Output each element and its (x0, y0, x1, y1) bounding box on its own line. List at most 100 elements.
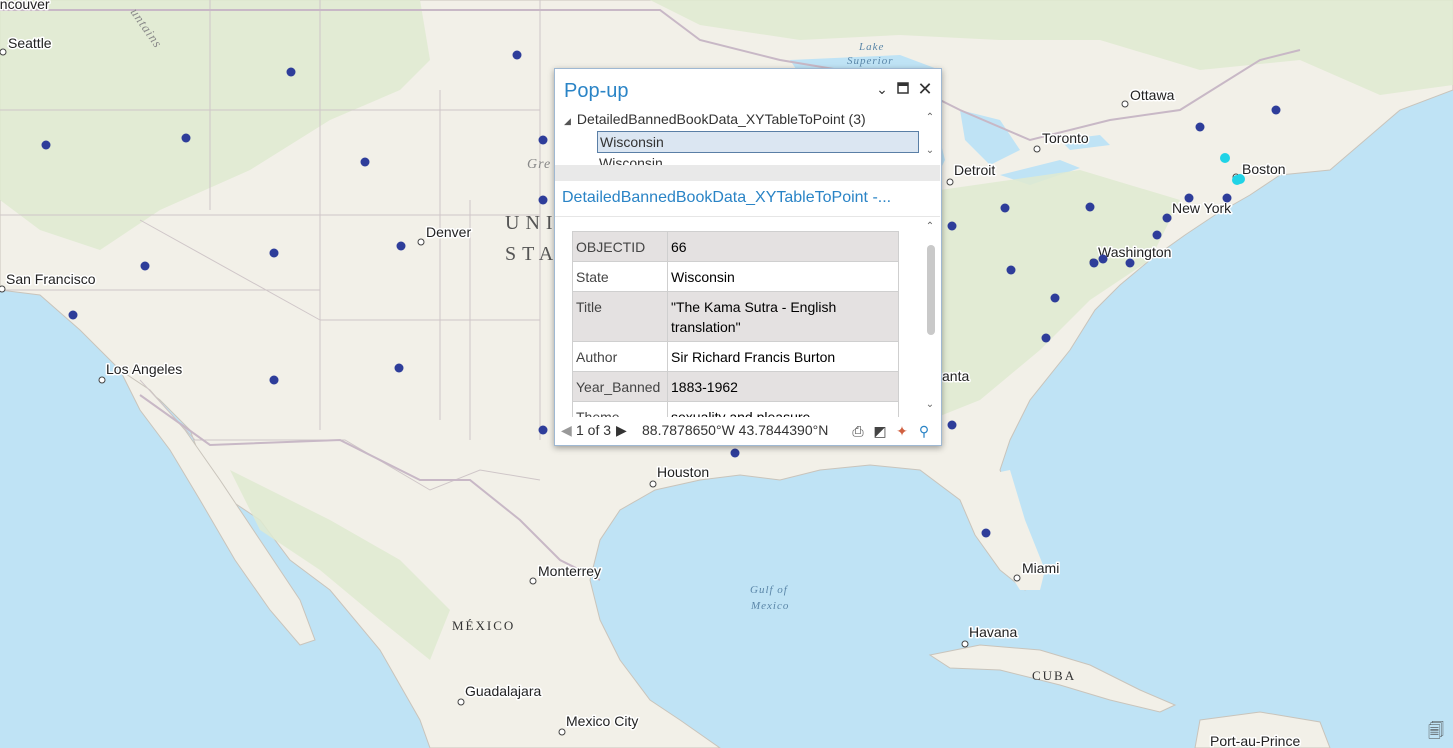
zoom-to-icon[interactable]: ⚲ (915, 422, 933, 440)
label-states: STA (505, 243, 559, 265)
attr-value: "The Kama Sutra - English translation" (667, 291, 899, 342)
banned-book-point[interactable] (269, 375, 279, 385)
city-marker (0, 285, 6, 293)
scroll-up-icon[interactable]: ⌃ (924, 221, 936, 232)
close-icon[interactable]: ✕ (917, 80, 933, 98)
city-label: Seattle (8, 35, 52, 51)
attribute-pane[interactable]: OBJECTID 66 State Wisconsin Title "The K… (555, 216, 940, 417)
attr-key: Title (572, 291, 668, 342)
tree-feature-item[interactable]: Wisconsin (597, 131, 919, 153)
banned-book-point[interactable] (1125, 258, 1135, 268)
banned-book-point[interactable] (512, 50, 522, 60)
banned-book-point[interactable] (1085, 202, 1095, 212)
chevron-down-icon[interactable]: ⌄ (874, 81, 890, 97)
city-marker (1013, 574, 1021, 582)
popup-footer: ◀ 1 of 3 ▶ 88.7878650°W 43.7844390°N ⎙ ◩… (555, 418, 940, 444)
city-marker (558, 728, 566, 736)
banned-book-point[interactable] (181, 133, 191, 143)
city-label: Los Angeles (106, 361, 182, 377)
city-label: Houston (657, 464, 709, 480)
selected-point[interactable] (1235, 174, 1245, 184)
label-united: UNI (505, 212, 559, 234)
selected-point[interactable] (1220, 153, 1230, 163)
label-mexico: MÉXICO (452, 618, 515, 633)
feature-tree[interactable]: ◢ DetailedBannedBookData_XYTableToPoint (… (555, 109, 940, 165)
attr-value: sexuality and pleasure (667, 401, 899, 417)
banned-book-point[interactable] (1000, 203, 1010, 213)
banned-book-point[interactable] (140, 261, 150, 271)
scroll-up-icon[interactable]: ⌃ (924, 112, 936, 123)
label-gulf-1: Gulf of (750, 584, 789, 596)
city-label: Ottawa (1130, 87, 1175, 103)
table-row: Author Sir Richard Francis Burton (572, 341, 899, 372)
prev-feature-icon[interactable]: ◀ (561, 422, 572, 439)
popup-titlebar[interactable]: Pop-up ⌄ ✕ (555, 69, 941, 109)
tree-feature-item[interactable]: Wisconsin (597, 153, 917, 165)
next-feature-icon[interactable]: ▶ (616, 422, 627, 439)
city-label: Port-au-Prince (1210, 733, 1300, 748)
collapse-triangle-icon[interactable]: ◢ (564, 116, 571, 126)
flash-feature-icon[interactable]: ✦ (893, 422, 911, 440)
banned-book-point[interactable] (1271, 105, 1281, 115)
banned-book-point[interactable] (1152, 230, 1162, 240)
banned-book-point[interactable] (286, 67, 296, 77)
banned-book-point[interactable] (1006, 265, 1016, 275)
attribute-scrollbar[interactable] (926, 235, 936, 405)
city-marker (961, 640, 969, 648)
city-marker (417, 238, 425, 246)
map-tips-icon[interactable]: 🗐 (1423, 720, 1449, 742)
banned-book-point[interactable] (981, 528, 991, 538)
banned-book-point[interactable] (538, 135, 548, 145)
city-label: Toronto (1042, 130, 1089, 146)
banned-book-point[interactable] (1222, 193, 1232, 203)
print-icon[interactable]: ⎙ (849, 422, 867, 440)
coordinate-readout: 88.7878650°W 43.7844390°N (642, 422, 829, 438)
tree-layer-row[interactable]: ◢ DetailedBannedBookData_XYTableToPoint (… (564, 111, 866, 127)
banned-book-point[interactable] (41, 140, 51, 150)
city-label: Detroit (954, 162, 995, 178)
scrollbar-thumb[interactable] (927, 245, 935, 335)
city-marker (649, 480, 657, 488)
table-row: State Wisconsin (572, 261, 899, 292)
banned-book-point[interactable] (538, 195, 548, 205)
banned-book-point[interactable] (1162, 213, 1172, 223)
city-marker (457, 698, 465, 706)
banned-book-point[interactable] (1089, 258, 1099, 268)
attr-key: Theme (572, 401, 668, 417)
banned-book-point[interactable] (947, 221, 957, 231)
attr-key: Author (572, 341, 668, 372)
city-label: Guadalajara (465, 683, 541, 699)
scroll-down-icon[interactable]: ⌄ (924, 399, 936, 410)
banned-book-point[interactable] (1195, 122, 1205, 132)
banned-book-point[interactable] (538, 425, 548, 435)
attr-key: OBJECTID (572, 231, 668, 262)
city-label: Mexico City (566, 713, 638, 729)
banned-book-point[interactable] (1098, 254, 1108, 264)
banned-book-point[interactable] (947, 420, 957, 430)
banned-book-point[interactable] (394, 363, 404, 373)
popup-window[interactable]: Pop-up ⌄ ✕ ◢ DetailedBannedBookData_XYTab… (554, 68, 942, 446)
banned-book-point[interactable] (1050, 293, 1060, 303)
banned-book-point[interactable] (360, 157, 370, 167)
export-map-icon[interactable]: ◩ (871, 422, 889, 440)
banned-book-point[interactable] (1184, 193, 1194, 203)
banned-book-point[interactable] (1041, 333, 1051, 343)
table-row: OBJECTID 66 (572, 231, 899, 262)
scroll-down-icon[interactable]: ⌄ (924, 145, 936, 156)
maximize-icon[interactable] (895, 81, 911, 97)
city-label: New York (1172, 200, 1232, 216)
attr-key: State (572, 261, 668, 292)
feature-title-link[interactable]: DetailedBannedBookData_XYTableToPoint -.… (562, 189, 891, 207)
banned-book-point[interactable] (269, 248, 279, 258)
city-marker (0, 48, 7, 56)
banned-book-point[interactable] (68, 310, 78, 320)
pane-splitter[interactable] (555, 165, 940, 181)
attr-key: Year_Banned (572, 371, 668, 402)
city-label: ancouver (0, 0, 50, 12)
city-marker (529, 577, 537, 585)
table-row: Title "The Kama Sutra - English translat… (572, 291, 899, 342)
banned-book-point[interactable] (396, 241, 406, 251)
label-lake-superior-2: Superior (847, 55, 894, 67)
banned-book-point[interactable] (730, 448, 740, 458)
table-row: Year_Banned 1883-1962 (572, 371, 899, 402)
